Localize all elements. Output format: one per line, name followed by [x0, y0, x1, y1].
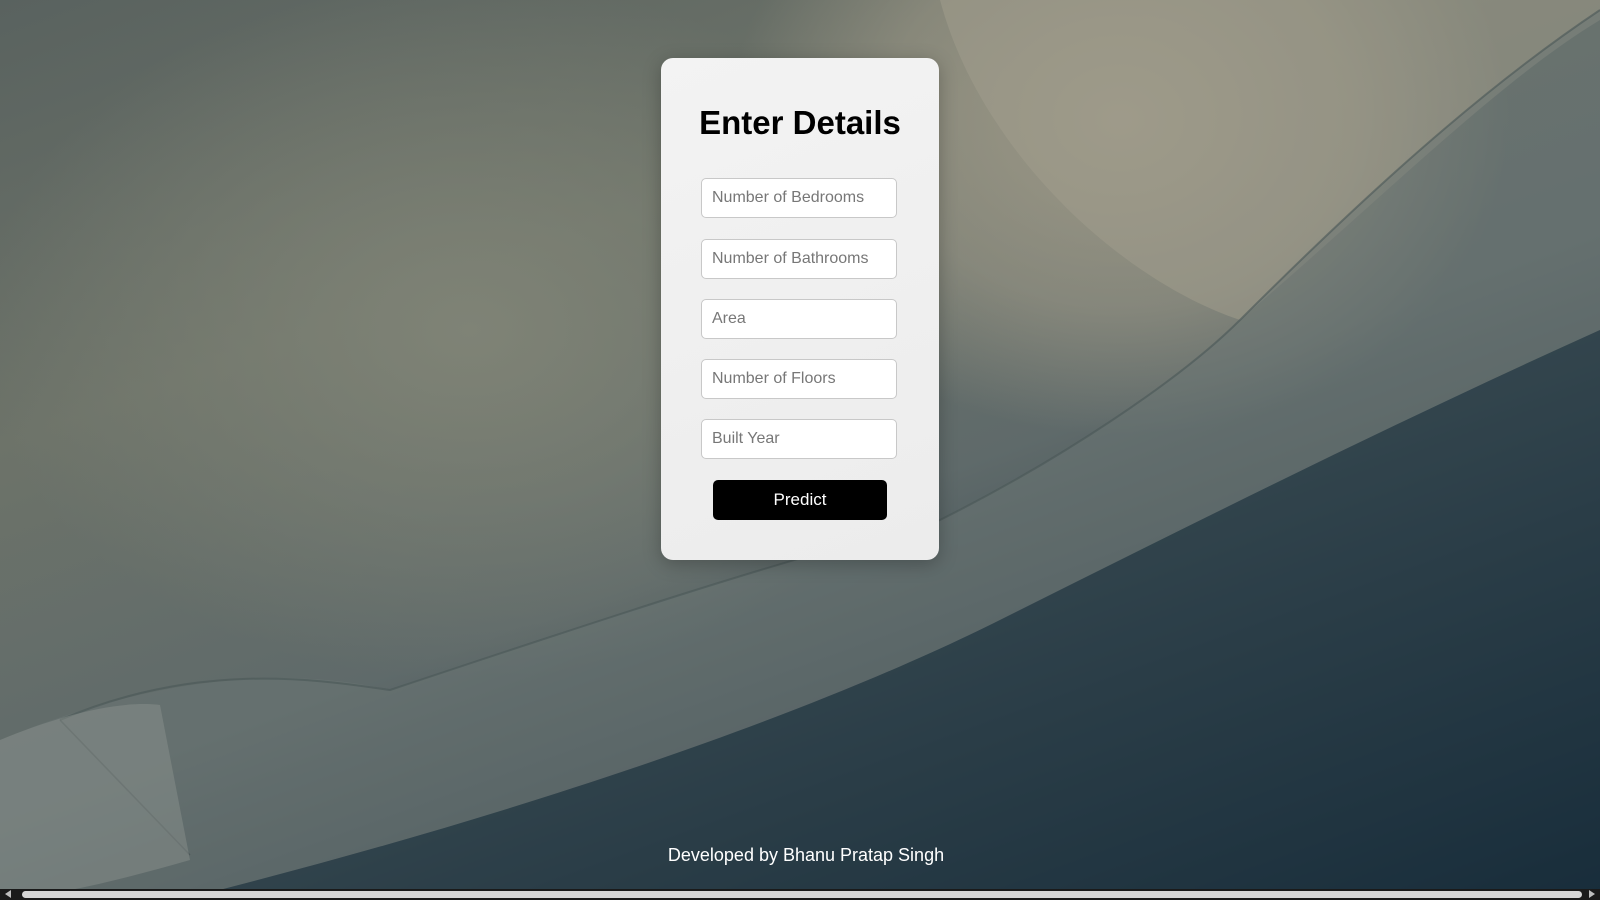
floors-input[interactable] [701, 359, 897, 399]
form-title: Enter Details [699, 104, 901, 141]
scroll-right-arrow-icon[interactable] [1589, 890, 1595, 898]
details-form-card: Enter Details Predict [661, 58, 939, 560]
page-background: Enter Details Predict Developed by Bhanu… [0, 0, 1600, 900]
area-input[interactable] [701, 299, 897, 339]
predict-button[interactable]: Predict [713, 480, 887, 520]
horizontal-scrollbar[interactable] [0, 889, 1600, 900]
scroll-left-arrow-icon[interactable] [5, 890, 11, 898]
bedrooms-input[interactable] [701, 178, 897, 218]
built-year-input[interactable] [701, 419, 897, 459]
developer-credit: Developed by Bhanu Pratap Singh [667, 845, 945, 865]
bathrooms-input[interactable] [701, 239, 897, 279]
scrollbar-thumb[interactable] [22, 891, 1582, 898]
